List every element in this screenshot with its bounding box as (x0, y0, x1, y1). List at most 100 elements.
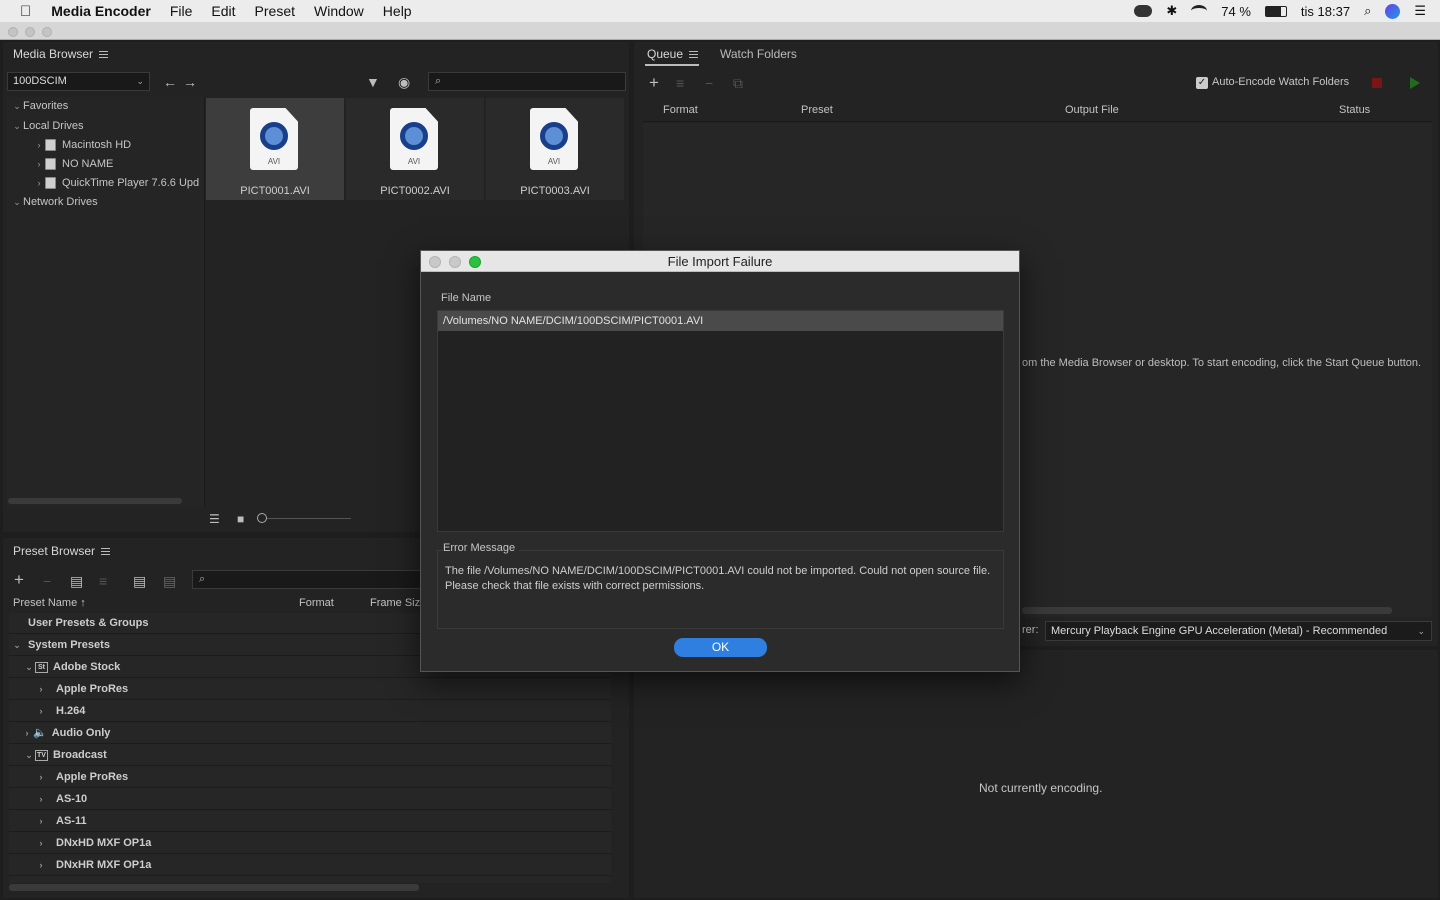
folder-select[interactable]: 100DSCIM ⌄ (7, 72, 150, 91)
clock[interactable]: tis 18:37 (1301, 4, 1350, 19)
filter-icon[interactable]: ▼ (366, 75, 380, 89)
column-output-file[interactable]: Output File (1065, 104, 1119, 116)
icon-view-icon[interactable]: ■ (237, 512, 244, 526)
tree-local-drives[interactable]: ⌄ Local Drives (11, 117, 83, 136)
file-thumbnail[interactable]: AVI PICT0001.AVI (206, 98, 344, 200)
close-window-button[interactable] (8, 27, 18, 37)
column-format[interactable]: Format (663, 104, 698, 116)
zoom-slider-track[interactable] (267, 518, 351, 519)
notification-center-icon[interactable]: ☰ (1414, 3, 1426, 19)
preset-row[interactable]: › DNxHD MXF OP1a (9, 833, 611, 854)
tab-underline (645, 64, 699, 66)
column-preset-format[interactable]: Format (299, 597, 334, 609)
preset-row[interactable]: › 🔈 Audio Only (9, 723, 611, 744)
media-search-input[interactable]: ⌕ (428, 72, 626, 91)
preset-settings-icon[interactable]: ≡ (99, 574, 107, 588)
error-message-box: The file /Volumes/NO NAME/DCIM/100DSCIM/… (437, 550, 1004, 629)
preset-row[interactable]: ⌄ TV Broadcast (9, 745, 611, 766)
app-menu[interactable]: Media Encoder (51, 3, 151, 19)
queue-scrollbar[interactable] (1022, 607, 1392, 614)
drive-tree: ⌄ Favorites ⌄ Local Drives › Macintosh HD ›… (7, 97, 205, 507)
export-preset-icon[interactable]: ▤ (163, 574, 176, 588)
view-icon[interactable]: ◉ (398, 75, 410, 89)
dialog-close-button[interactable] (429, 256, 441, 268)
wifi-icon[interactable] (1191, 5, 1208, 17)
battery-percent[interactable]: 74 % (1221, 4, 1251, 19)
settings-icon[interactable]: ≡ (676, 76, 684, 90)
list-view-icon[interactable]: ☰ (209, 512, 220, 526)
tab-watch-folders[interactable]: Watch Folders (720, 47, 797, 61)
chevron-right-icon: › (37, 178, 41, 188)
forward-arrow-icon[interactable]: → (183, 75, 197, 89)
remove-preset-icon[interactable]: − (43, 574, 51, 588)
menu-preset[interactable]: Preset (255, 3, 295, 19)
auto-encode-checkbox[interactable]: ✓ (1196, 77, 1208, 89)
remove-icon[interactable]: − (705, 76, 713, 90)
tab-queue[interactable]: Queue (647, 47, 699, 61)
chevron-down-icon: ⌄ (25, 662, 33, 672)
preset-row[interactable]: › Apple ProRes (9, 767, 611, 788)
tree-drive-macintosh-hd[interactable]: › Macintosh HD (33, 136, 131, 155)
creative-cloud-icon[interactable] (1134, 5, 1153, 17)
minimize-window-button[interactable] (25, 27, 35, 37)
error-line-2: Please check that file exists with corre… (445, 580, 705, 592)
menu-help[interactable]: Help (383, 3, 412, 19)
file-import-failure-dialog: File Import Failure File Name /Volumes/N… (420, 250, 1020, 672)
column-frame-size[interactable]: Frame Size (370, 597, 426, 609)
new-group-icon[interactable]: ▤ (70, 574, 83, 588)
adobe-stock-icon: St (35, 661, 48, 673)
duplicate-icon[interactable]: ⧉ (733, 76, 743, 90)
tree-drive-no-name[interactable]: › NO NAME (33, 155, 113, 174)
dialog-zoom-button[interactable] (469, 256, 481, 268)
menu-window[interactable]: Window (314, 3, 364, 19)
tree-favorites[interactable]: ⌄ Favorites (11, 97, 68, 116)
chevron-down-icon: ⌄ (25, 750, 33, 760)
start-queue-icon[interactable] (1410, 77, 1420, 89)
media-browser-menu-icon[interactable] (99, 51, 109, 59)
spotlight-icon[interactable]: ⌕ (1364, 3, 1371, 19)
hard-drive-icon (45, 158, 56, 171)
preset-row[interactable]: › Apple ProRes (9, 679, 611, 700)
preset-row[interactable]: › DNxHR MXF OP1a (9, 855, 611, 876)
preset-scrollbar[interactable] (9, 884, 419, 891)
file-list[interactable]: /Volumes/NO NAME/DCIM/100DSCIM/PICT0001.… (437, 310, 1004, 532)
import-preset-icon[interactable]: ▤ (133, 574, 146, 588)
ok-button[interactable]: OK (674, 638, 767, 657)
preset-row[interactable]: › H.264 (9, 701, 611, 722)
tree-scrollbar[interactable] (8, 498, 182, 504)
column-status[interactable]: Status (1339, 104, 1370, 116)
stop-queue-icon[interactable] (1372, 78, 1382, 88)
dialog-titlebar: File Import Failure (421, 251, 1019, 272)
add-source-icon[interactable]: + (649, 74, 659, 91)
dialog-minimize-button[interactable] (449, 256, 461, 268)
preset-search-input[interactable]: ⌕ (192, 570, 422, 589)
siri-icon[interactable] (1385, 3, 1401, 19)
preset-row[interactable]: › AS-11 (9, 811, 611, 832)
speaker-icon: 🔈 (33, 727, 47, 739)
zoom-slider-handle[interactable] (257, 513, 267, 523)
zoom-window-button[interactable] (42, 27, 52, 37)
file-thumbnail[interactable]: AVI PICT0002.AVI (346, 98, 484, 200)
error-message-label: Error Message (443, 542, 520, 554)
menu-bar:  Media Encoder File Edit Preset Window … (0, 0, 1440, 22)
preset-row[interactable]: › AS-10 (9, 789, 611, 810)
tree-drive-quicktime[interactable]: › QuickTime Player 7.6.6 Upd (33, 174, 205, 193)
file-path-row[interactable]: /Volumes/NO NAME/DCIM/100DSCIM/PICT0001.… (438, 311, 1003, 331)
sort-up-icon: ↑ (80, 597, 86, 609)
encoding-status: Not currently encoding. (979, 781, 1103, 795)
battery-icon[interactable] (1264, 5, 1287, 17)
chevron-right-icon: › (39, 772, 43, 782)
column-preset-name[interactable]: Preset Name ↑ (13, 597, 86, 609)
menu-file[interactable]: File (170, 3, 193, 19)
menu-edit[interactable]: Edit (211, 3, 235, 19)
preset-browser-menu-icon[interactable] (101, 548, 111, 556)
file-thumbnail[interactable]: AVI PICT0003.AVI (486, 98, 624, 200)
queue-menu-icon[interactable] (689, 51, 699, 59)
add-preset-icon[interactable]: + (14, 571, 24, 588)
renderer-select[interactable]: Mercury Playback Engine GPU Acceleration… (1045, 621, 1432, 641)
apple-icon[interactable]:  (20, 3, 31, 20)
column-preset[interactable]: Preset (801, 104, 833, 116)
tree-network-drives[interactable]: ⌄ Network Drives (11, 193, 97, 212)
bluetooth-icon[interactable]: ✱ (1166, 3, 1177, 19)
back-arrow-icon[interactable]: ← (163, 75, 177, 89)
